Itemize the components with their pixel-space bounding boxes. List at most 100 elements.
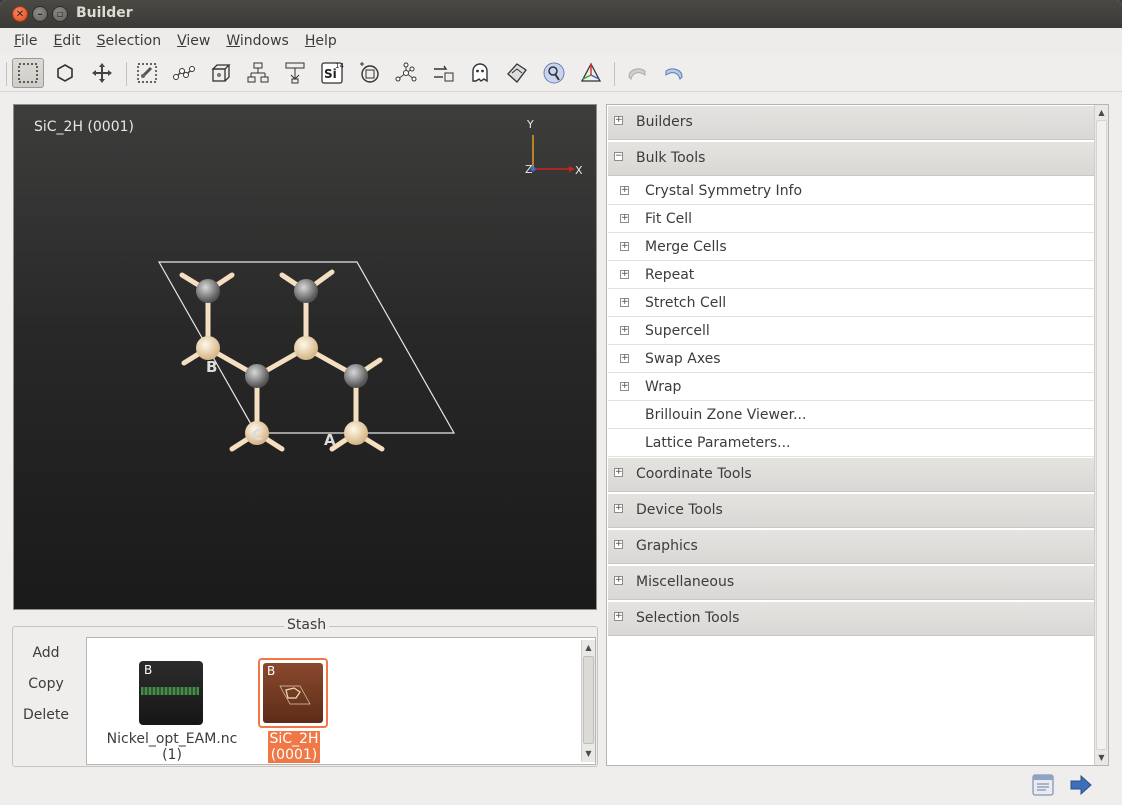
axes-tool-button[interactable]	[575, 58, 607, 88]
expand-icon[interactable]: +	[620, 214, 629, 223]
tool-label: Merge Cells	[645, 239, 727, 255]
document-icon	[1032, 774, 1054, 796]
move-tool-button[interactable]	[86, 58, 118, 88]
tool-label: Wrap	[645, 379, 682, 395]
scroll-up-arrow[interactable]: ▲	[582, 640, 595, 654]
send-to-button[interactable]	[1068, 772, 1094, 798]
inspect-tool-button[interactable]	[538, 58, 570, 88]
category-graphics[interactable]: + Graphics	[608, 530, 1095, 564]
tool-stretch-cell[interactable]: + Stretch Cell	[608, 289, 1095, 317]
expand-icon[interactable]: +	[620, 186, 629, 195]
structure-viewport[interactable]: SiC_2H (0001) B C A Y Z X	[13, 104, 597, 610]
category-builders[interactable]: + Builders	[608, 106, 1095, 140]
menu-view[interactable]: View	[169, 33, 218, 49]
tool-label: Brillouin Zone Viewer...	[645, 407, 807, 423]
network-tool-button[interactable]	[390, 58, 422, 88]
rotate-tool-button[interactable]	[49, 58, 81, 88]
expand-icon[interactable]: +	[620, 326, 629, 335]
tool-supercell[interactable]: + Supercell	[608, 317, 1095, 345]
tool-swap-axes[interactable]: + Swap Axes	[608, 345, 1095, 373]
category-device-tools[interactable]: + Device Tools	[608, 494, 1095, 528]
window-title: Builder	[76, 5, 133, 21]
builder-window: ✕ – ▫ Builder File Edit Selection View W…	[0, 0, 1122, 805]
title-bar: ✕ – ▫ Builder	[0, 0, 1122, 28]
stash-copy-button[interactable]: Copy	[14, 676, 78, 692]
stash-thumbnail-selected: B	[258, 658, 328, 728]
expand-icon[interactable]: +	[614, 540, 623, 549]
scroll-down-arrow[interactable]: ▼	[1095, 750, 1108, 764]
add-atom-button[interactable]	[353, 58, 385, 88]
menu-selection[interactable]: Selection	[89, 33, 170, 49]
expand-icon[interactable]: +	[620, 270, 629, 279]
undo-button[interactable]	[621, 58, 653, 88]
category-bulk-tools[interactable]: − Bulk Tools	[608, 142, 1095, 176]
stash-buttons: Add Copy Delete	[14, 637, 78, 765]
expand-icon[interactable]: +	[614, 504, 623, 513]
vector-c-label: C	[252, 426, 263, 444]
tool-brillouin-zone-viewer[interactable]: Brillouin Zone Viewer...	[608, 401, 1095, 429]
expand-icon[interactable]: +	[620, 242, 629, 251]
tool-wrap[interactable]: + Wrap	[608, 373, 1095, 401]
transfer-tool-button[interactable]	[427, 58, 459, 88]
vector-a-label: A	[324, 431, 336, 449]
rectangle-select-icon	[18, 63, 38, 83]
carbon-atom	[245, 364, 269, 388]
expand-icon[interactable]: +	[614, 116, 623, 125]
category-miscellaneous[interactable]: + Miscellaneous	[608, 566, 1095, 600]
tool-label: Swap Axes	[645, 351, 721, 367]
tool-merge-cells[interactable]: + Merge Cells	[608, 233, 1095, 261]
carbon-atom	[344, 364, 368, 388]
split-icon	[285, 62, 305, 84]
scroll-down-arrow[interactable]: ▼	[582, 746, 595, 760]
element-tool-button[interactable]: Si 14	[316, 58, 348, 88]
select-tool-button[interactable]	[12, 58, 44, 88]
category-selection-tools[interactable]: + Selection Tools	[608, 602, 1095, 636]
cell-tool-button[interactable]	[131, 58, 163, 88]
undo-arrow-icon	[628, 68, 646, 80]
expand-icon[interactable]: +	[620, 354, 629, 363]
stash-list[interactable]: B Nickel_opt_EAM.nc(1) B SiC_2H(0001)	[86, 637, 596, 765]
scroll-thumb[interactable]	[583, 656, 594, 744]
collapse-icon[interactable]: −	[614, 152, 623, 161]
expand-icon[interactable]: +	[620, 298, 629, 307]
stash-add-button[interactable]: Add	[14, 645, 78, 661]
stash-scrollbar[interactable]: ▲ ▼	[581, 640, 595, 762]
tree-hierarchy-icon	[247, 62, 269, 83]
tool-lattice-parameters[interactable]: Lattice Parameters...	[608, 429, 1095, 457]
tool-repeat[interactable]: + Repeat	[608, 261, 1095, 289]
redo-button[interactable]	[658, 58, 690, 88]
vector-b-label: B	[206, 358, 217, 376]
tree-tool-button[interactable]	[242, 58, 274, 88]
expand-icon[interactable]: +	[614, 468, 623, 477]
scroll-thumb[interactable]	[1096, 120, 1107, 750]
network-icon	[395, 62, 417, 82]
unit-cell-icon	[211, 64, 231, 82]
axis-x-label: X	[575, 164, 583, 177]
hexagon-icon	[57, 64, 73, 82]
close-button[interactable]: ✕	[12, 6, 28, 22]
bond-tool-button[interactable]	[168, 58, 200, 88]
tool-crystal-symmetry-info[interactable]: + Crystal Symmetry Info	[608, 177, 1095, 205]
tool-label: Stretch Cell	[645, 295, 727, 311]
menu-windows[interactable]: Windows	[218, 33, 297, 49]
menu-edit[interactable]: Edit	[45, 33, 88, 49]
ghost-tool-button[interactable]	[464, 58, 496, 88]
menu-help[interactable]: Help	[297, 33, 345, 49]
scroll-up-arrow[interactable]: ▲	[1095, 105, 1108, 119]
split-tool-button[interactable]	[279, 58, 311, 88]
category-label: Builders	[636, 114, 693, 130]
tool-fit-cell[interactable]: + Fit Cell	[608, 205, 1095, 233]
minimize-button[interactable]: –	[32, 6, 48, 22]
expand-icon[interactable]: +	[614, 576, 623, 585]
stash-delete-button[interactable]: Delete	[14, 707, 78, 723]
expand-icon[interactable]: +	[620, 382, 629, 391]
unit-cell-button[interactable]	[205, 58, 237, 88]
category-label: Selection Tools	[636, 610, 740, 626]
panel-scrollbar[interactable]: ▲ ▼	[1094, 105, 1108, 765]
log-button[interactable]	[1030, 772, 1056, 798]
maximize-button[interactable]: ▫	[52, 6, 68, 22]
surface-tool-button[interactable]	[501, 58, 533, 88]
expand-icon[interactable]: +	[614, 612, 623, 621]
menu-file[interactable]: File	[6, 33, 45, 49]
category-coordinate-tools[interactable]: + Coordinate Tools	[608, 458, 1095, 492]
